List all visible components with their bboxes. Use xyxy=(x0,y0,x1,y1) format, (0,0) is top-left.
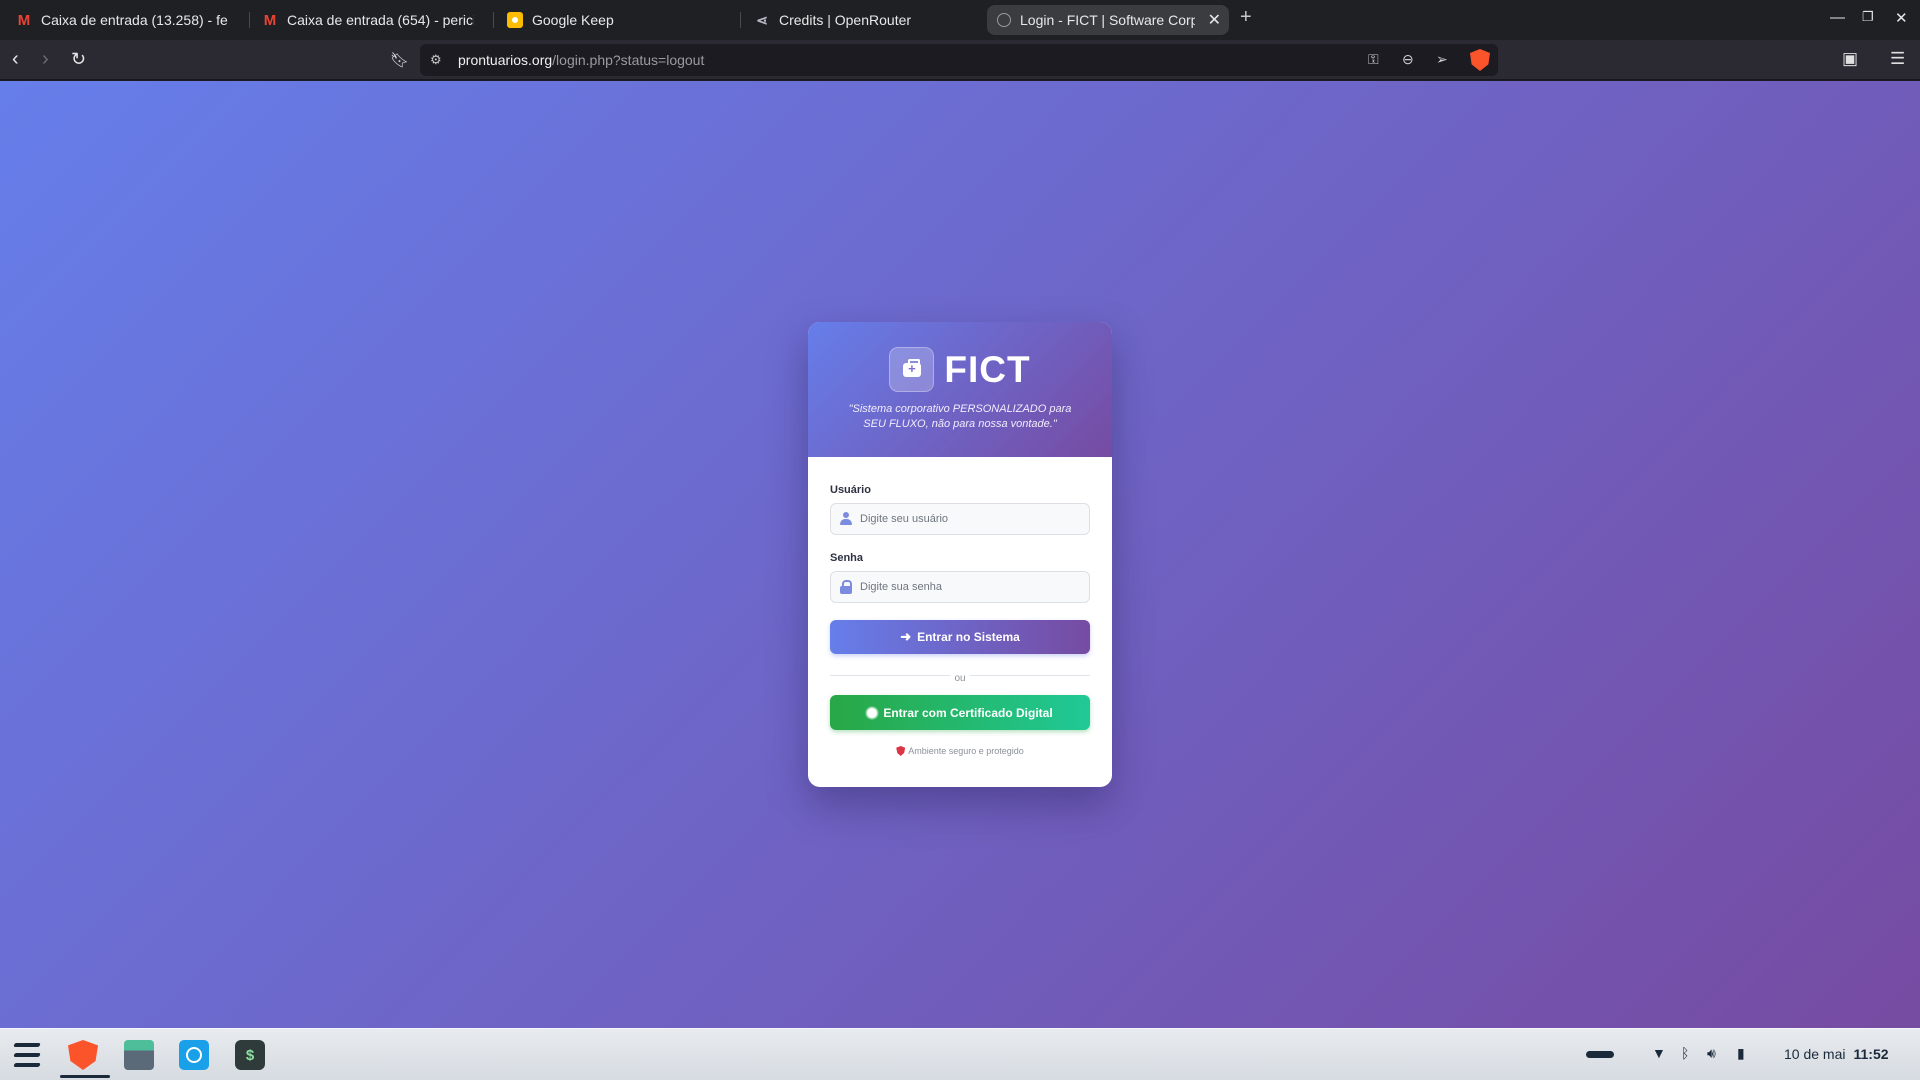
login-submit-button[interactable]: ➜ Entrar no Sistema xyxy=(830,620,1090,654)
password-key-icon[interactable]: ⚿ xyxy=(1368,51,1379,68)
clock-time: 11:52 xyxy=(1853,1046,1889,1062)
google-keep-icon xyxy=(507,12,523,28)
secure-note: Ambiente seguro e protegido xyxy=(830,746,1090,756)
terminal-icon[interactable]: $ xyxy=(235,1040,265,1070)
certificate-login-label: Entrar com Certificado Digital xyxy=(883,705,1053,720)
reload-icon[interactable]: ↻ xyxy=(71,48,86,70)
certificate-login-button[interactable]: Entrar com Certificado Digital xyxy=(830,695,1090,730)
tab-separator xyxy=(249,12,250,28)
brave-browser-icon[interactable] xyxy=(68,1040,98,1070)
login-submit-label: Entrar no Sistema xyxy=(917,630,1020,644)
tagline: "Sistema corporativo PERSONALIZADO para … xyxy=(848,403,1072,430)
sign-in-icon: ➜ xyxy=(900,629,912,644)
brand-name: FICT xyxy=(944,348,1031,390)
password-input[interactable] xyxy=(831,572,1089,602)
clock[interactable]: 10 de mai 11:52 xyxy=(1784,1046,1889,1062)
address-bar[interactable]: ⚙ prontuarios.org/login.php?status=logou… xyxy=(420,44,1498,76)
openrouter-icon: ⋖ xyxy=(756,11,768,28)
minimize-window-icon[interactable]: — xyxy=(1830,9,1845,26)
globe-icon xyxy=(997,13,1011,27)
tab-separator xyxy=(740,12,741,28)
username-field-wrapper xyxy=(830,503,1090,535)
tab-gmail-1[interactable]: M Caixa de entrada (13.258) - fern xyxy=(6,5,238,35)
forward-icon[interactable]: › xyxy=(42,48,49,70)
brave-shield-icon[interactable] xyxy=(1470,49,1490,71)
certificate-icon xyxy=(867,707,878,718)
secure-note-text: Ambiente seguro e protegido xyxy=(908,746,1024,756)
active-app-indicator xyxy=(60,1075,110,1078)
new-tab-button[interactable]: + xyxy=(1240,6,1252,29)
url-path: /login.php?status=logout xyxy=(552,52,705,68)
username-input[interactable] xyxy=(831,504,1089,534)
username-label: Usuário xyxy=(830,484,871,496)
close-tab-icon[interactable]: ✕ xyxy=(1201,10,1221,30)
gmail-icon: M xyxy=(17,11,31,29)
gmail-icon: M xyxy=(263,11,277,29)
files-icon[interactable] xyxy=(124,1040,154,1070)
url-text[interactable]: prontuarios.org/login.php?status=logout xyxy=(458,52,704,68)
tab-title: Caixa de entrada (654) - pericia xyxy=(287,12,474,28)
battery-icon[interactable]: ▮ xyxy=(1737,1045,1745,1062)
login-card: FICT "Sistema corporativo PERSONALIZADO … xyxy=(808,322,1112,787)
bookmark-icon[interactable]: 🔖︎ xyxy=(390,50,409,72)
login-header: FICT "Sistema corporativo PERSONALIZADO … xyxy=(808,322,1112,457)
tab-title: Login - FICT | Software Corp xyxy=(1020,12,1195,28)
back-icon[interactable]: ‹ xyxy=(12,48,19,70)
tab-title: Caixa de entrada (13.258) - fern xyxy=(41,12,228,28)
url-host: prontuarios.org xyxy=(458,52,553,68)
password-field-wrapper xyxy=(830,571,1090,603)
close-window-icon[interactable]: ✕ xyxy=(1895,9,1908,27)
brand: FICT xyxy=(808,347,1112,392)
send-icon[interactable]: ➢ xyxy=(1436,51,1448,68)
zorin-menu-icon[interactable] xyxy=(12,1040,42,1070)
tab-strip: M Caixa de entrada (13.258) - fern M Cai… xyxy=(0,0,1920,40)
zoom-out-icon[interactable]: ⊖ xyxy=(1402,51,1414,68)
workspace-indicator[interactable] xyxy=(1586,1051,1614,1058)
tab-openrouter[interactable]: ⋖ Credits | OpenRouter xyxy=(744,5,976,35)
page-viewport: FICT "Sistema corporativo PERSONALIZADO … xyxy=(0,81,1920,1028)
tab-title: Credits | OpenRouter xyxy=(779,12,912,28)
bluetooth-icon[interactable]: ᛒ xyxy=(1681,1045,1689,1061)
or-divider: ou xyxy=(830,668,1090,684)
menu-icon[interactable]: ☰ xyxy=(1890,49,1905,69)
taskbar: $ ▼ ᛒ 🔊︎ ▮ 10 de mai 11:52 xyxy=(0,1028,1920,1080)
site-info-icon[interactable]: ⚙ xyxy=(430,52,442,68)
medical-kit-icon xyxy=(889,347,935,392)
divider-text: ou xyxy=(950,673,970,684)
login-form: Usuário Senha ➜ Entrar no Sistema ou Ent… xyxy=(808,457,1112,756)
software-store-icon[interactable] xyxy=(179,1040,209,1070)
password-label: Senha xyxy=(830,552,864,564)
volume-icon[interactable]: 🔊︎ xyxy=(1707,1045,1716,1062)
wifi-icon[interactable]: ▼ xyxy=(1652,1045,1666,1061)
tab-google-keep[interactable]: Google Keep xyxy=(497,5,729,35)
shield-icon xyxy=(896,746,906,756)
tab-login-fict[interactable]: Login - FICT | Software Corp ✕ xyxy=(987,5,1229,35)
tab-gmail-2[interactable]: M Caixa de entrada (654) - pericia xyxy=(252,5,484,35)
browser-toolbar: ‹ › ↻ 🔖︎ ⚙ prontuarios.org/login.php?sta… xyxy=(0,40,1920,80)
sidebar-icon[interactable]: ▣ xyxy=(1842,49,1858,69)
clock-date: 10 de mai xyxy=(1784,1046,1846,1062)
tab-separator xyxy=(493,12,494,28)
tab-title: Google Keep xyxy=(532,12,614,28)
restore-window-icon[interactable]: ❐ xyxy=(1862,9,1874,25)
